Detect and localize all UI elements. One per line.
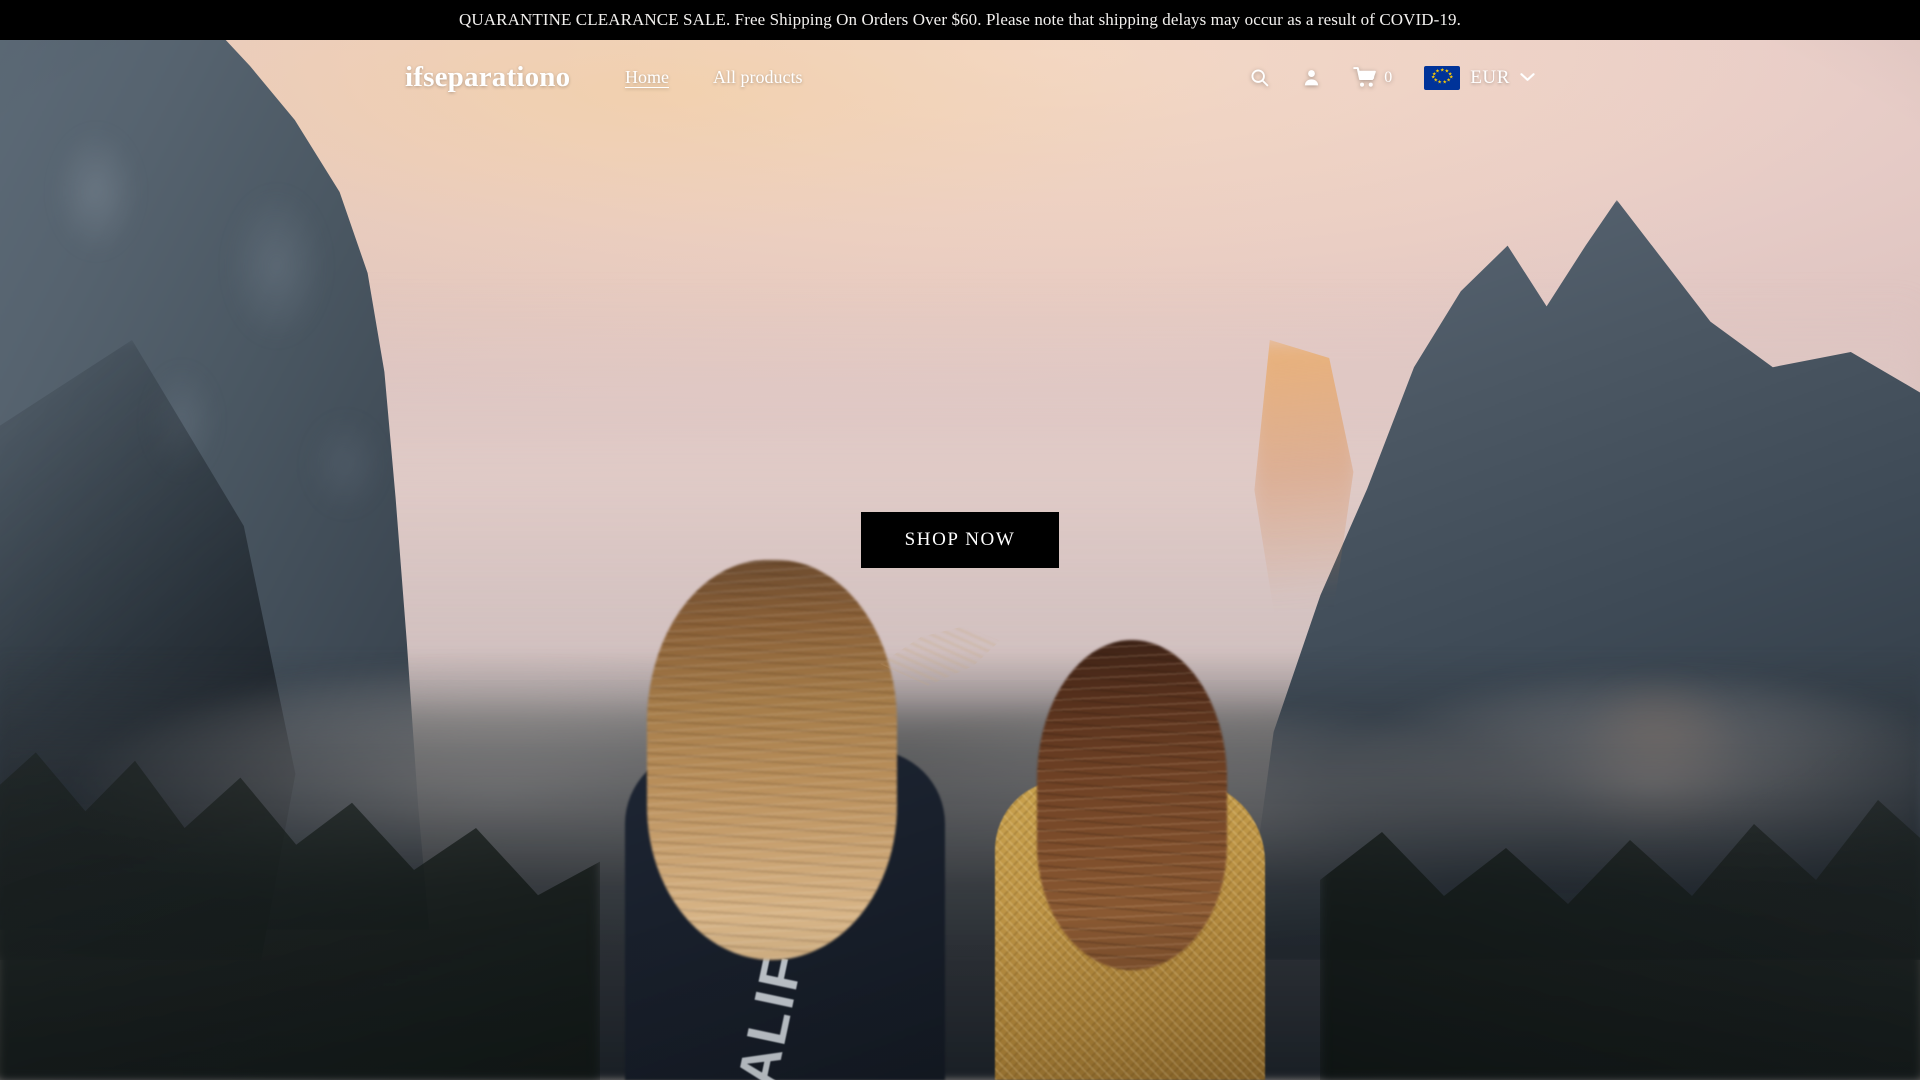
currency-code-label: EUR bbox=[1470, 66, 1510, 88]
cart-item-count: 0 bbox=[1384, 68, 1393, 86]
currency-selector[interactable]: ★ ★ ★ ★ ★ ★ ★ ★ ★ ★ ★ ★ EUR bbox=[1424, 65, 1535, 90]
announcement-bar: QUARANTINE CLEARANCE SALE. Free Shipping… bbox=[0, 0, 1920, 40]
user-account-icon bbox=[1302, 67, 1321, 88]
blonde-hair-strands bbox=[647, 560, 897, 960]
announcement-text: QUARANTINE CLEARANCE SALE. Free Shipping… bbox=[459, 10, 1461, 29]
account-button[interactable] bbox=[1302, 67, 1321, 88]
person-right bbox=[975, 640, 1275, 1080]
shop-now-button[interactable]: SHOP NOW bbox=[860, 512, 1060, 568]
header-actions: 0 ★ ★ ★ ★ ★ ★ ★ ★ ★ ★ ★ ★ EUR bbox=[1249, 65, 1535, 90]
nav-link-home[interactable]: Home bbox=[625, 67, 669, 88]
shopping-cart-icon bbox=[1353, 67, 1377, 88]
search-icon bbox=[1249, 67, 1270, 88]
search-button[interactable] bbox=[1249, 67, 1270, 88]
nav-link-all-products[interactable]: All products bbox=[713, 67, 803, 88]
person-left: CALIFORNIA bbox=[585, 560, 1000, 1080]
site-header: ifseparationo Home All products 0 ★ ★ ★ … bbox=[0, 40, 1920, 115]
site-logo[interactable]: ifseparationo bbox=[405, 61, 570, 94]
main-navigation: Home All products bbox=[625, 67, 803, 88]
hero-section: CALIFORNIA SHOP NOW bbox=[0, 40, 1920, 1080]
cart-button[interactable]: 0 bbox=[1353, 67, 1392, 88]
brunette-hair-strands bbox=[1037, 640, 1227, 970]
european-union-flag-icon: ★ ★ ★ ★ ★ ★ ★ ★ ★ ★ ★ ★ bbox=[1424, 65, 1461, 90]
chevron-down-icon[interactable] bbox=[1520, 69, 1535, 87]
